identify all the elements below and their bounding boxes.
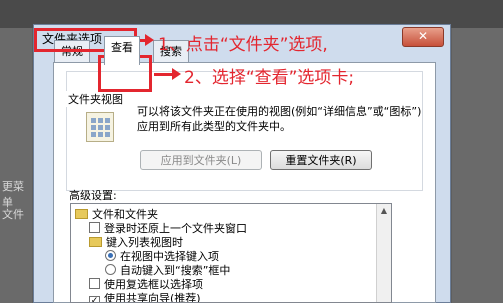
button-label: 应用到文件夹(L)	[160, 154, 242, 167]
arrow-head-step2	[172, 68, 181, 80]
annotation-step2: 2、选择“查看”选项卡;	[184, 68, 355, 88]
tree-scrollbar[interactable]: ▲	[376, 204, 391, 302]
checkbox-icon[interactable]	[89, 278, 100, 289]
close-icon: ✕	[417, 29, 429, 43]
tab-view[interactable]: 查看	[104, 36, 140, 65]
tab-label: 查看	[111, 41, 133, 54]
advanced-settings-label: 高级设置:	[69, 189, 117, 202]
button-label: 重置文件夹(R)	[285, 154, 357, 167]
tree-item-sharing-wizard[interactable]: ✓ 使用共享向导(推荐)	[89, 292, 201, 303]
tree-item-label: 键入列表视图时	[106, 236, 183, 249]
tree-item-label: 文件和文件夹	[92, 208, 158, 221]
tree-item-typing-list-view: 键入列表视图时	[89, 236, 183, 250]
tree-item-use-checkboxes[interactable]: 使用复选框以选择项	[89, 278, 203, 292]
tree-item-label: 使用共享向导(推荐)	[104, 292, 201, 303]
background-window-left: 更菜单 文件	[0, 28, 32, 303]
tree-item-label: 登录时还原上一个文件夹窗口	[104, 222, 247, 235]
folder-icon	[89, 237, 102, 247]
radio-selected-icon[interactable]	[105, 250, 116, 261]
scroll-up-icon[interactable]: ▲	[377, 204, 391, 218]
arrow-head-step1	[145, 34, 154, 46]
folder-views-description: 可以将该文件夹正在使用的视图(例如“详细信息”或“图标”)应用到所有此类型的文件…	[137, 105, 422, 133]
folder-icon	[75, 209, 88, 219]
arrow-step2	[154, 73, 174, 76]
folder-views-label: 文件夹视图	[66, 91, 125, 107]
reset-folders-button[interactable]: 重置文件夹(R)	[270, 150, 372, 170]
advanced-settings-tree[interactable]: 文件和文件夹 登录时还原上一个文件夹窗口 键入列表视图时 在视图中选择键入项 自…	[70, 203, 392, 303]
radio-icon[interactable]	[105, 264, 116, 275]
background-window-right	[452, 28, 503, 303]
tree-item-files-folders: 文件和文件夹	[75, 208, 158, 222]
tree-item-label: 自动键入到“搜索”框中	[120, 264, 231, 277]
tree-item-restore-windows[interactable]: 登录时还原上一个文件夹窗口	[89, 222, 247, 236]
tree-item-type-into-search[interactable]: 自动键入到“搜索”框中	[105, 264, 230, 278]
close-button[interactable]: ✕	[402, 27, 444, 47]
checkbox-checked-icon[interactable]: ✓	[89, 296, 100, 302]
apply-to-folders-button[interactable]: 应用到文件夹(L)	[140, 150, 262, 170]
tree-item-label: 在视图中选择键入项	[120, 250, 219, 263]
tree-item-label: 使用复选框以选择项	[104, 278, 203, 291]
folder-view-icon	[86, 112, 114, 142]
checkbox-icon[interactable]	[89, 222, 100, 233]
background-text: 文件	[2, 208, 24, 221]
annotation-step1: 1、点击“文件夹”选项,	[158, 35, 328, 55]
tree-item-select-typed-item[interactable]: 在视图中选择键入项	[105, 250, 219, 264]
